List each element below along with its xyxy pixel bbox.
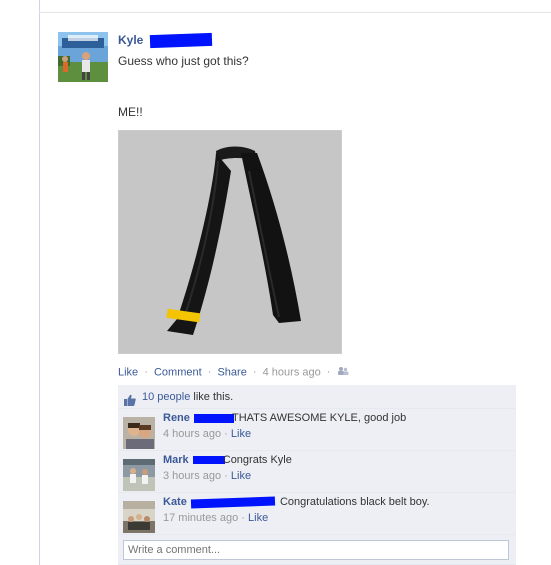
likes-count-link[interactable]: 10 people	[142, 391, 190, 403]
likes-suffix: like this.	[193, 391, 234, 403]
author-surname-redaction	[149, 33, 212, 49]
likes-summary: 10 people like this.	[118, 385, 516, 409]
feedback-box: 10 people like this. Rene THATS AWESOME …	[118, 385, 516, 565]
comment-meta: 4 hours ago · Like	[163, 428, 251, 440]
commenter-name[interactable]: Mark	[163, 454, 189, 466]
share-link[interactable]: Share	[217, 366, 246, 378]
surname-redaction	[193, 413, 234, 423]
people-icon[interactable]	[337, 366, 349, 379]
surname-redaction	[192, 456, 225, 465]
post-message-line1: Guess who just got this?	[118, 54, 249, 68]
separator: ·	[241, 512, 245, 524]
thumbs-up-icon	[124, 391, 136, 406]
comment-body: Rene THATS AWESOME KYLE, good job	[163, 412, 406, 424]
surname-redaction	[190, 496, 276, 509]
separator: ·	[144, 366, 148, 379]
black-belt-image	[119, 131, 341, 353]
separator: ·	[224, 428, 228, 440]
comment-time[interactable]: 4 hours ago	[163, 428, 221, 440]
story-top-divider	[39, 12, 551, 13]
comment-meta: 17 minutes ago · Like	[163, 512, 268, 524]
commenter-avatar[interactable]	[123, 501, 155, 533]
left-rail-divider	[39, 0, 40, 565]
like-link[interactable]: Like	[118, 366, 138, 378]
author-avatar[interactable]	[58, 32, 108, 82]
comment-body: Kate Congratulations black belt boy.	[163, 496, 430, 509]
comment-like-link[interactable]: Like	[231, 470, 251, 482]
comment-time[interactable]: 17 minutes ago	[163, 512, 238, 524]
post-action-bar: Like · Comment · Share · 4 hours ago ·	[118, 366, 349, 379]
commenter-avatar[interactable]	[123, 417, 155, 449]
commenter-avatar[interactable]	[123, 459, 155, 491]
comment-text: Congratulations black belt boy.	[279, 496, 430, 508]
separator: ·	[207, 366, 212, 379]
commenter-name[interactable]: Kate	[163, 496, 187, 508]
comment-input[interactable]	[123, 540, 509, 560]
post-photo[interactable]	[118, 130, 342, 354]
comment-time[interactable]: 3 hours ago	[163, 470, 221, 482]
comment-item: Mark Congrats Kyle 3 hours ago · Like	[118, 451, 516, 493]
comment-like-link[interactable]: Like	[231, 428, 251, 440]
comment-text: THATS AWESOME KYLE, good job	[231, 412, 407, 424]
separator: ·	[326, 366, 331, 379]
comment-item: Kate Congratulations black belt boy. 17 …	[118, 493, 516, 535]
comment-body: Mark Congrats Kyle	[163, 454, 292, 466]
post-message-line2: ME!!	[118, 105, 143, 119]
comment-meta: 3 hours ago · Like	[163, 470, 251, 482]
separator: ·	[252, 366, 257, 379]
post-timestamp[interactable]: 4 hours ago	[263, 366, 321, 378]
comment-text: Congrats Kyle	[222, 454, 292, 466]
post-author-link[interactable]: Kyle	[118, 33, 143, 47]
commenter-name[interactable]: Rene	[163, 412, 190, 424]
comment-like-link[interactable]: Like	[248, 512, 268, 524]
separator: ·	[224, 470, 228, 482]
comment-composer	[118, 535, 516, 565]
comment-item: Rene THATS AWESOME KYLE, good job 4 hour…	[118, 409, 516, 451]
comment-link[interactable]: Comment	[154, 366, 202, 378]
post-author-name[interactable]: Kyle	[118, 33, 212, 49]
